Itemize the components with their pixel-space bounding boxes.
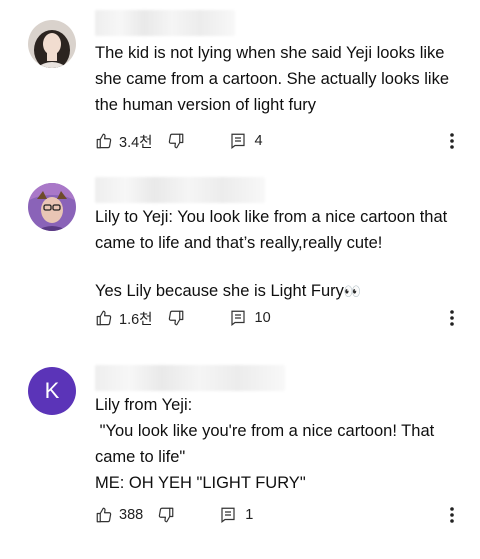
thumbs-up-icon — [96, 507, 112, 523]
reply-button[interactable]: 10 — [229, 309, 271, 327]
more-vert-icon — [450, 507, 454, 523]
thumbs-up-icon — [96, 133, 112, 149]
reply-count: 4 — [254, 133, 263, 149]
avatar[interactable]: K — [28, 367, 76, 415]
comment-paragraph-text: Yes Lily because she is Light Fury — [95, 282, 344, 300]
reply-icon — [221, 507, 235, 523]
comment-text: Lily to Yeji: You look like from a nice … — [95, 204, 465, 304]
like-button[interactable]: 3.4천 — [95, 131, 153, 152]
like-count: 388 — [119, 507, 144, 523]
comment-text: Lily from Yeji: "You look like you're fr… — [95, 392, 465, 496]
comment-line: "You look like you're from a nice cartoo… — [95, 422, 439, 466]
reply-icon — [230, 133, 245, 149]
thumbs-up-icon — [96, 310, 112, 326]
reply-button[interactable]: 1 — [219, 506, 253, 524]
avatar-letter: K — [44, 378, 60, 403]
reply-icon — [230, 310, 245, 326]
like-button[interactable]: 1.6천 — [95, 308, 153, 329]
comment-actions: 388 1 — [95, 503, 470, 527]
dislike-button[interactable] — [167, 132, 185, 150]
author-name-blurred[interactable] — [95, 10, 235, 36]
reply-button[interactable]: 4 — [229, 132, 263, 150]
comment-3: K Lily from Yeji: "You look like you're … — [0, 355, 480, 559]
thumbs-down-icon — [168, 133, 183, 149]
more-options-button[interactable] — [442, 131, 462, 151]
eyes-emoji: 👀 — [343, 283, 361, 299]
comment-actions: 1.6천 10 — [95, 306, 470, 330]
avatar[interactable] — [28, 20, 76, 68]
reply-count: 10 — [254, 310, 271, 326]
more-options-button[interactable] — [442, 505, 462, 525]
author-name-blurred[interactable] — [95, 365, 285, 391]
like-button[interactable]: 388 — [95, 506, 143, 524]
author-name-blurred[interactable] — [95, 177, 265, 203]
more-options-button[interactable] — [442, 308, 462, 328]
comment-line: Lily from Yeji: — [95, 396, 193, 414]
comment-paragraph: Yes Lily because she is Light Fury👀 — [95, 278, 465, 304]
comment-text: The kid is not lying when she said Yeji … — [95, 40, 465, 118]
dislike-button[interactable] — [157, 506, 175, 524]
more-vert-icon — [450, 310, 454, 326]
dislike-button[interactable] — [167, 309, 185, 327]
thumbs-down-icon — [158, 507, 174, 523]
avatar[interactable] — [28, 183, 76, 231]
thumbs-down-icon — [168, 310, 183, 326]
comment-line: ME: OH YEH "LIGHT FURY" — [95, 474, 306, 492]
comment-text-line: The kid is not lying when she said Yeji … — [95, 44, 454, 114]
like-count: 1.6천 — [119, 311, 153, 328]
like-count: 3.4천 — [119, 134, 153, 151]
more-vert-icon — [450, 133, 454, 149]
comment-paragraph: Lily to Yeji: You look like from a nice … — [95, 208, 452, 252]
comment-actions: 3.4천 4 — [95, 129, 470, 153]
reply-count: 1 — [245, 507, 254, 523]
comment-2: Lily to Yeji: You look like from a nice … — [0, 175, 480, 350]
comment-1: The kid is not lying when she said Yeji … — [0, 0, 480, 175]
